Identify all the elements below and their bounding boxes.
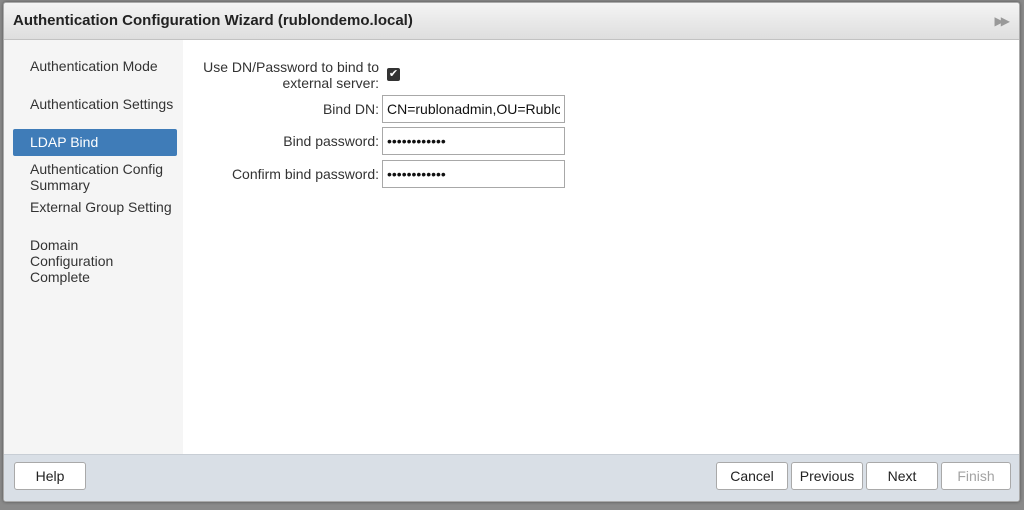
cancel-button[interactable]: Cancel xyxy=(716,462,788,490)
use-dn-checkbox[interactable]: ✔ xyxy=(387,68,400,81)
collapse-icon[interactable]: ▶▶ xyxy=(995,14,1011,28)
bind-password-label: Bind password: xyxy=(283,133,379,149)
wizard-steps-sidebar: Authentication Mode Authentication Setti… xyxy=(4,40,183,454)
confirm-bind-password-label: Confirm bind password: xyxy=(231,166,379,182)
sidebar-item-authentication-settings[interactable]: Authentication Settings xyxy=(13,96,177,112)
bind-dn-label: Bind DN: xyxy=(322,101,379,117)
sidebar-item-ldap-bind[interactable]: LDAP Bind xyxy=(13,129,177,156)
help-button[interactable]: Help xyxy=(14,462,86,490)
checkmark-icon: ✔ xyxy=(388,68,399,80)
wizard-dialog: Authentication Configuration Wizard (rub… xyxy=(3,2,1020,502)
finish-button[interactable]: Finish xyxy=(941,462,1011,490)
window-title: Authentication Configuration Wizard (rub… xyxy=(13,12,413,29)
sidebar-item-authentication-mode[interactable]: Authentication Mode xyxy=(13,58,177,74)
bind-dn-input[interactable] xyxy=(382,95,565,123)
title-bar: Authentication Configuration Wizard (rub… xyxy=(4,3,1019,40)
next-button[interactable]: Next xyxy=(866,462,938,490)
sidebar-item-authentication-config-summary[interactable]: Authentication Config Summary xyxy=(13,161,177,193)
sidebar-item-external-group-setting[interactable]: External Group Setting xyxy=(13,199,177,215)
use-dn-label: Use DN/Password to bind to external serv… xyxy=(203,59,379,91)
sidebar-item-domain-configuration-complete[interactable]: Domain Configuration Complete xyxy=(13,237,153,285)
confirm-bind-password-input[interactable] xyxy=(382,160,565,188)
ldap-bind-form: Use DN/Password to bind to external serv… xyxy=(183,40,1019,454)
wizard-footer: Help Cancel Previous Next Finish xyxy=(4,454,1019,501)
bind-password-input[interactable] xyxy=(382,127,565,155)
previous-button[interactable]: Previous xyxy=(791,462,863,490)
